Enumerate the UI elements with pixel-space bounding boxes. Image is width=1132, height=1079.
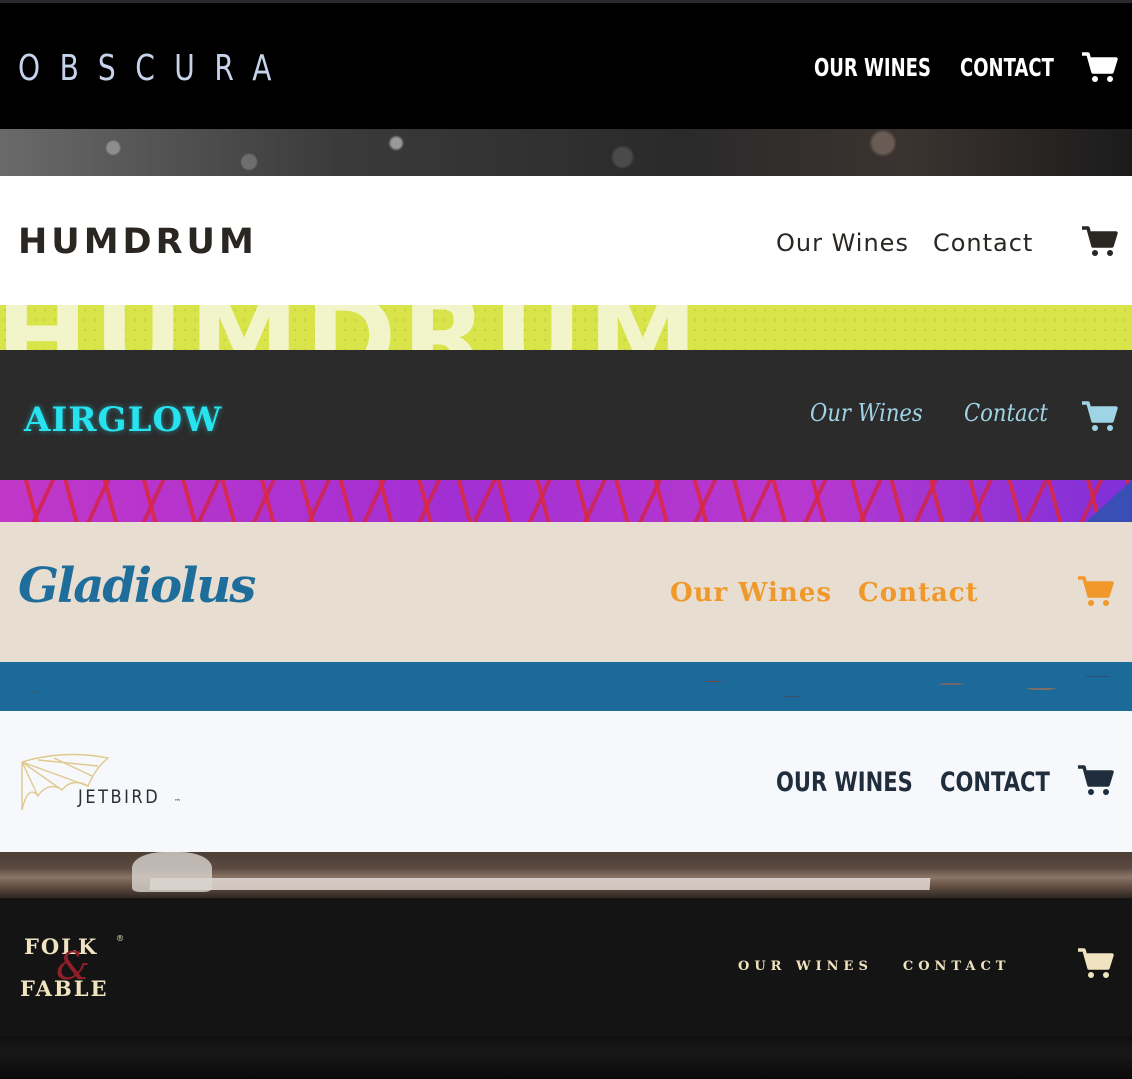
nav-our-wines-link[interactable]: Our Wines	[776, 229, 909, 257]
obscura-hero-image	[0, 129, 1132, 176]
humdrum-nav: Our Wines Contact	[776, 229, 1033, 257]
nav-our-wines-link[interactable]: Our Wines	[810, 399, 924, 427]
humdrum-banner-text: HUMDRUM	[0, 305, 704, 350]
nav-contact-link[interactable]: Contact	[964, 399, 1048, 427]
jetbird-wordmark: JETBIRD	[78, 786, 161, 808]
nav-contact-link[interactable]: CONTACT	[903, 959, 1011, 974]
airglow-logo[interactable]: AIRGLOW	[24, 400, 222, 440]
logo-line-fable: FABLE	[20, 976, 109, 1001]
cart-icon[interactable]	[1082, 52, 1118, 84]
jetbird-logo[interactable]: JETBIRD ™	[18, 752, 188, 814]
cart-icon[interactable]	[1078, 765, 1114, 797]
folk-fable-nav: OUR WINES CONTACT	[738, 959, 1010, 974]
airglow-nav: Our Wines Contact	[810, 399, 1059, 427]
humdrum-logo[interactable]: HUMDRUM	[18, 222, 258, 262]
registered-mark: ®	[116, 934, 124, 943]
cart-icon[interactable]	[1082, 226, 1118, 258]
nav-contact-link[interactable]: CONTACT	[960, 53, 1054, 82]
cart-icon[interactable]	[1078, 948, 1114, 980]
cart-icon[interactable]	[1082, 401, 1118, 433]
gladiolus-hero-image	[0, 662, 1132, 711]
humdrum-hero-image: HUMDRUM	[0, 305, 1132, 350]
nav-our-wines-link[interactable]: Our Wines	[670, 578, 832, 608]
cart-icon[interactable]	[1078, 576, 1114, 608]
obscura-logo[interactable]: OBSCURA	[18, 48, 291, 89]
jetbird-hero-image	[0, 852, 1132, 898]
hero-paper-shape	[149, 878, 931, 890]
trademark-mark: ™	[174, 798, 181, 806]
nav-contact-link[interactable]: Contact	[858, 578, 979, 608]
gladiolus-nav: Our Wines Contact	[670, 578, 979, 608]
nav-contact-link[interactable]: Contact	[933, 229, 1033, 257]
folk-fable-hero-image	[0, 1036, 1132, 1079]
nav-contact-link[interactable]: CONTACT	[940, 767, 1050, 798]
gladiolus-logo[interactable]: Gladiolus	[18, 558, 256, 614]
folk-fable-logo[interactable]: FOLK ® & FABLE	[20, 934, 130, 1002]
obscura-nav: OUR WINES CONTACT	[814, 53, 1090, 82]
nav-our-wines-link[interactable]: OUR WINES	[738, 959, 873, 974]
nav-our-wines-link[interactable]: OUR WINES	[814, 53, 931, 82]
hero-corner-shape	[1086, 480, 1132, 522]
airglow-hero-image	[0, 480, 1132, 522]
hero-object-shape	[132, 852, 212, 892]
nav-our-wines-link[interactable]: OUR WINES	[776, 767, 913, 798]
jetbird-nav: OUR WINES CONTACT	[776, 767, 1081, 798]
